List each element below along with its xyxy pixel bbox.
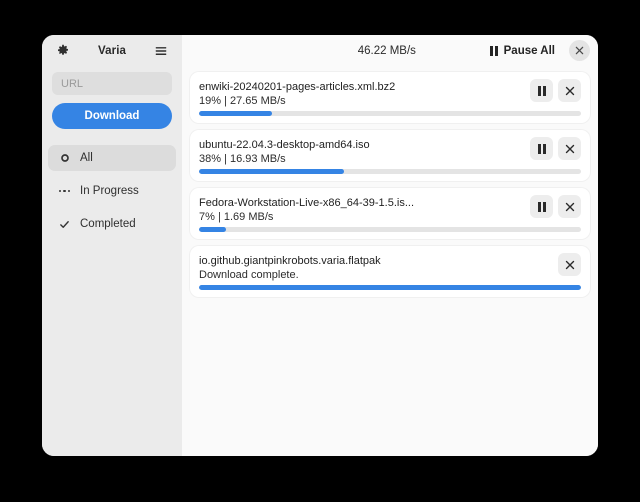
- progress-bar: [199, 169, 581, 174]
- download-name: io.github.giantpinkrobots.varia.flatpak: [199, 255, 381, 267]
- download-list: enwiki-20240201-pages-articles.xml.bz2 1…: [182, 66, 598, 305]
- download-button[interactable]: Download: [52, 103, 172, 129]
- check-icon: [58, 218, 71, 231]
- download-name: Fedora-Workstation-Live-x86_64-39-1.5.is…: [199, 197, 415, 209]
- gear-icon[interactable]: [54, 42, 72, 60]
- window-close-button[interactable]: [569, 40, 590, 61]
- sidebar-item-in-progress[interactable]: In Progress: [48, 178, 176, 204]
- sidebar-item-label-all: All: [80, 152, 93, 164]
- hamburger-menu-icon[interactable]: [152, 42, 170, 60]
- pause-icon: [489, 45, 498, 56]
- app-window: Varia Download All: [42, 35, 598, 456]
- progress-fill: [199, 111, 272, 116]
- pause-button[interactable]: [530, 137, 553, 160]
- download-item[interactable]: io.github.giantpinkrobots.varia.flatpak …: [190, 246, 590, 297]
- sidebar-header: Varia: [42, 35, 182, 66]
- ellipsis-icon: [58, 185, 71, 198]
- progress-fill: [199, 227, 226, 232]
- download-item[interactable]: enwiki-20240201-pages-articles.xml.bz2 1…: [190, 72, 590, 123]
- download-name: ubuntu-22.04.3-desktop-amd64.iso: [199, 139, 370, 151]
- sidebar-item-label-completed: Completed: [80, 218, 136, 230]
- progress-bar: [199, 227, 581, 232]
- download-actions: [530, 137, 581, 160]
- pause-icon: [537, 143, 546, 154]
- download-item[interactable]: Fedora-Workstation-Live-x86_64-39-1.5.is…: [190, 188, 590, 239]
- main-header: 46.22 MB/s Pause All: [182, 35, 598, 66]
- pause-all-button[interactable]: Pause All: [486, 43, 559, 59]
- download-status: 38% | 16.93 MB/s: [199, 153, 286, 165]
- download-status: 19% | 27.65 MB/s: [199, 95, 286, 107]
- progress-bar: [199, 285, 581, 290]
- filter-list: All In Progress Completed: [42, 145, 182, 244]
- download-status: 7% | 1.69 MB/s: [199, 211, 274, 223]
- download-actions: [530, 79, 581, 102]
- pause-button[interactable]: [530, 79, 553, 102]
- circle-record-icon: [58, 152, 71, 165]
- sidebar-item-all[interactable]: All: [48, 145, 176, 171]
- pause-icon: [537, 85, 546, 96]
- cancel-button[interactable]: [558, 195, 581, 218]
- download-name: enwiki-20240201-pages-articles.xml.bz2: [199, 81, 396, 93]
- progress-fill: [199, 169, 345, 174]
- main-content: 46.22 MB/s Pause All enwiki-20240201-pag…: [182, 35, 598, 456]
- pause-all-label: Pause All: [503, 44, 555, 57]
- total-speed-label: 46.22 MB/s: [357, 44, 416, 57]
- progress-bar: [199, 111, 581, 116]
- sidebar-item-label-in-progress: In Progress: [80, 185, 139, 197]
- cancel-button[interactable]: [558, 137, 581, 160]
- sidebar-item-completed[interactable]: Completed: [48, 211, 176, 237]
- app-title: Varia: [98, 44, 126, 57]
- download-item[interactable]: ubuntu-22.04.3-desktop-amd64.iso 38% | 1…: [190, 130, 590, 181]
- remove-button[interactable]: [558, 253, 581, 276]
- download-status: Download complete.: [199, 269, 299, 281]
- pause-button[interactable]: [530, 195, 553, 218]
- url-input-wrapper[interactable]: [52, 72, 172, 95]
- pause-icon: [537, 201, 546, 212]
- progress-fill: [199, 285, 581, 290]
- download-actions: [558, 253, 581, 276]
- url-input[interactable]: [61, 77, 163, 90]
- sidebar: Varia Download All: [42, 35, 182, 456]
- download-actions: [530, 195, 581, 218]
- cancel-button[interactable]: [558, 79, 581, 102]
